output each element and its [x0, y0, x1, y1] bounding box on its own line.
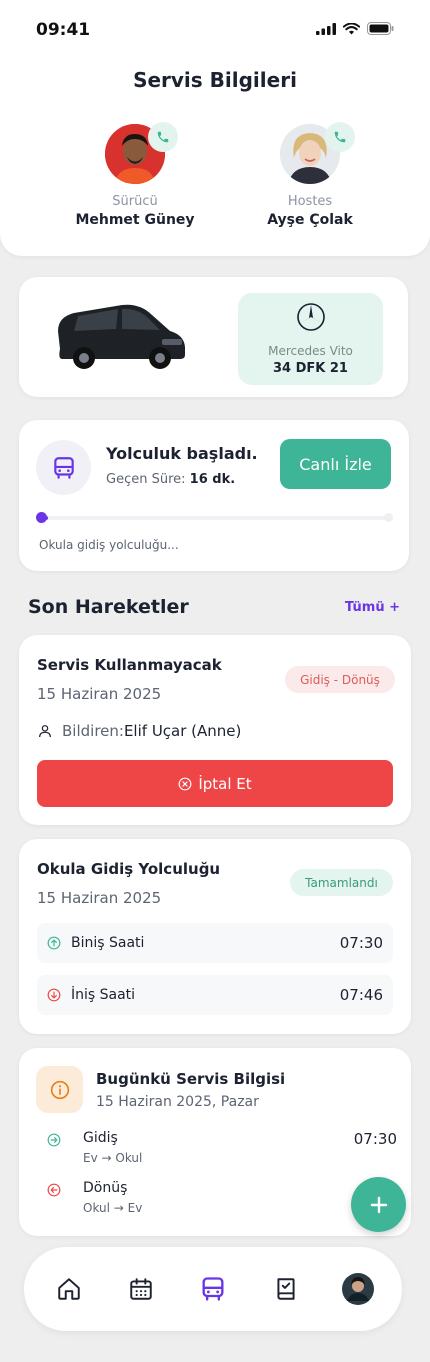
bottom-navigation — [24, 1247, 402, 1331]
reporter-name: Elif Uçar (Anne) — [123, 722, 242, 740]
arrow-up-circle-icon — [47, 936, 61, 950]
trip-status-card: Yolculuk başladı. Geçen Süre: 16 dk. Can… — [19, 420, 409, 571]
nav-home[interactable] — [52, 1272, 86, 1306]
status-badge: Gidiş - Dönüş — [285, 666, 395, 693]
phone-icon — [157, 131, 169, 143]
wifi-icon — [343, 22, 360, 34]
status-badge: Tamamlandı — [290, 869, 393, 896]
outbound-label: Gidiş — [83, 1130, 118, 1146]
status-time: 09:41 — [36, 20, 91, 40]
calendar-icon — [130, 1278, 152, 1300]
nav-tasks[interactable] — [269, 1272, 303, 1306]
vehicle-plate: 34 DFK 21 — [273, 361, 348, 376]
trip-status-text: Yolculuk başladı. — [106, 444, 258, 463]
alighting-time-row: İniş Saati 07:46 — [37, 975, 393, 1015]
trip-progress-end-dot — [384, 513, 393, 522]
outbound-route: Ev → Okul — [83, 1151, 143, 1165]
elapsed-label: Geçen Süre: — [106, 472, 186, 487]
today-info-title: Bugünkü Servis Bilgisi — [96, 1070, 286, 1088]
page-title: Servis Bilgileri — [133, 68, 297, 92]
recent-activity-title: Son Hareketler — [28, 596, 189, 618]
activity-title: Servis Kullanmayacak — [37, 656, 222, 674]
task-book-icon — [277, 1278, 295, 1300]
activity-date: 15 Haziran 2025 — [37, 685, 162, 703]
home-icon — [58, 1278, 80, 1300]
battery-icon — [367, 22, 394, 35]
phone-icon — [334, 131, 346, 143]
info-icon-container — [36, 1066, 83, 1113]
activity-card-school-trip: Okula Gidiş Yolculuğu 15 Haziran 2025 Ta… — [19, 839, 411, 1034]
reporter-label: Bildiren: — [62, 722, 124, 740]
reporter-row: Bildiren:Elif Uçar (Anne) — [37, 722, 241, 740]
user-icon — [39, 725, 51, 738]
hostess-role: Hostes — [287, 194, 333, 209]
activity-date: 15 Haziran 2025 — [37, 889, 162, 907]
vehicle-info: Mercedes Vito 34 DFK 21 — [238, 293, 383, 385]
call-hostess-button[interactable] — [325, 122, 355, 152]
cancel-button-label: İptal Et — [198, 774, 252, 793]
signal-icon — [316, 22, 336, 35]
today-info-date: 15 Haziran 2025, Pazar — [96, 1094, 259, 1110]
nav-calendar[interactable] — [124, 1272, 158, 1306]
bus-icon — [202, 1277, 224, 1301]
driver-role: Sürücü — [112, 194, 158, 209]
boarding-time: 07:30 — [339, 934, 383, 952]
add-fab-button[interactable] — [351, 1177, 406, 1232]
activity-title: Okula Gidiş Yolculuğu — [37, 860, 221, 878]
info-icon — [50, 1080, 69, 1099]
trip-progress-start-dot — [36, 512, 47, 523]
mercedes-logo-icon — [296, 303, 325, 331]
hostess-name: Ayşe Çolak — [267, 212, 353, 228]
cancel-circle-icon — [178, 777, 192, 790]
elapsed-value: 16 dk. — [189, 472, 236, 487]
van-image — [58, 304, 185, 369]
profile-avatar — [342, 1273, 374, 1305]
arrow-down-circle-icon — [47, 988, 61, 1002]
driver-name: Mehmet Güney — [75, 212, 195, 228]
trip-description: Okula gidiş yolculuğu... — [39, 538, 179, 552]
alighting-label: İniş Saati — [71, 987, 136, 1003]
boarding-time-row: Biniş Saati 07:30 — [37, 923, 393, 963]
hostess-profile: Hostes Ayşe Çolak — [230, 122, 390, 228]
vehicle-model: Mercedes Vito — [268, 344, 353, 358]
call-driver-button[interactable] — [148, 122, 178, 152]
vehicle-card: Mercedes Vito 34 DFK 21 — [19, 277, 408, 397]
driver-profile: Sürücü Mehmet Güney — [55, 122, 215, 228]
live-tracking-button[interactable]: Canlı İzle — [280, 439, 391, 489]
return-label: Dönüş — [83, 1180, 128, 1196]
trip-elapsed: Geçen Süre: 16 dk. — [106, 472, 235, 487]
return-route: Okul → Ev — [83, 1201, 143, 1215]
arrow-left-circle-icon — [47, 1183, 61, 1197]
bus-icon-container — [36, 440, 91, 495]
boarding-label: Biniş Saati — [71, 935, 145, 951]
activity-card-no-service: Servis Kullanmayacak 15 Haziran 2025 Gid… — [19, 635, 411, 825]
see-all-link[interactable]: Tümü + — [345, 600, 400, 615]
nav-bus[interactable] — [196, 1272, 230, 1306]
status-icons — [316, 22, 394, 35]
bus-icon — [53, 456, 74, 479]
alighting-time: 07:46 — [339, 986, 383, 1004]
arrow-right-circle-icon — [47, 1133, 61, 1147]
cancel-button[interactable]: İptal Et — [37, 760, 393, 807]
outbound-time: 07:30 — [353, 1130, 397, 1148]
nav-profile[interactable] — [341, 1272, 375, 1306]
trip-progress-bar — [41, 516, 389, 520]
plus-icon — [370, 1196, 387, 1213]
